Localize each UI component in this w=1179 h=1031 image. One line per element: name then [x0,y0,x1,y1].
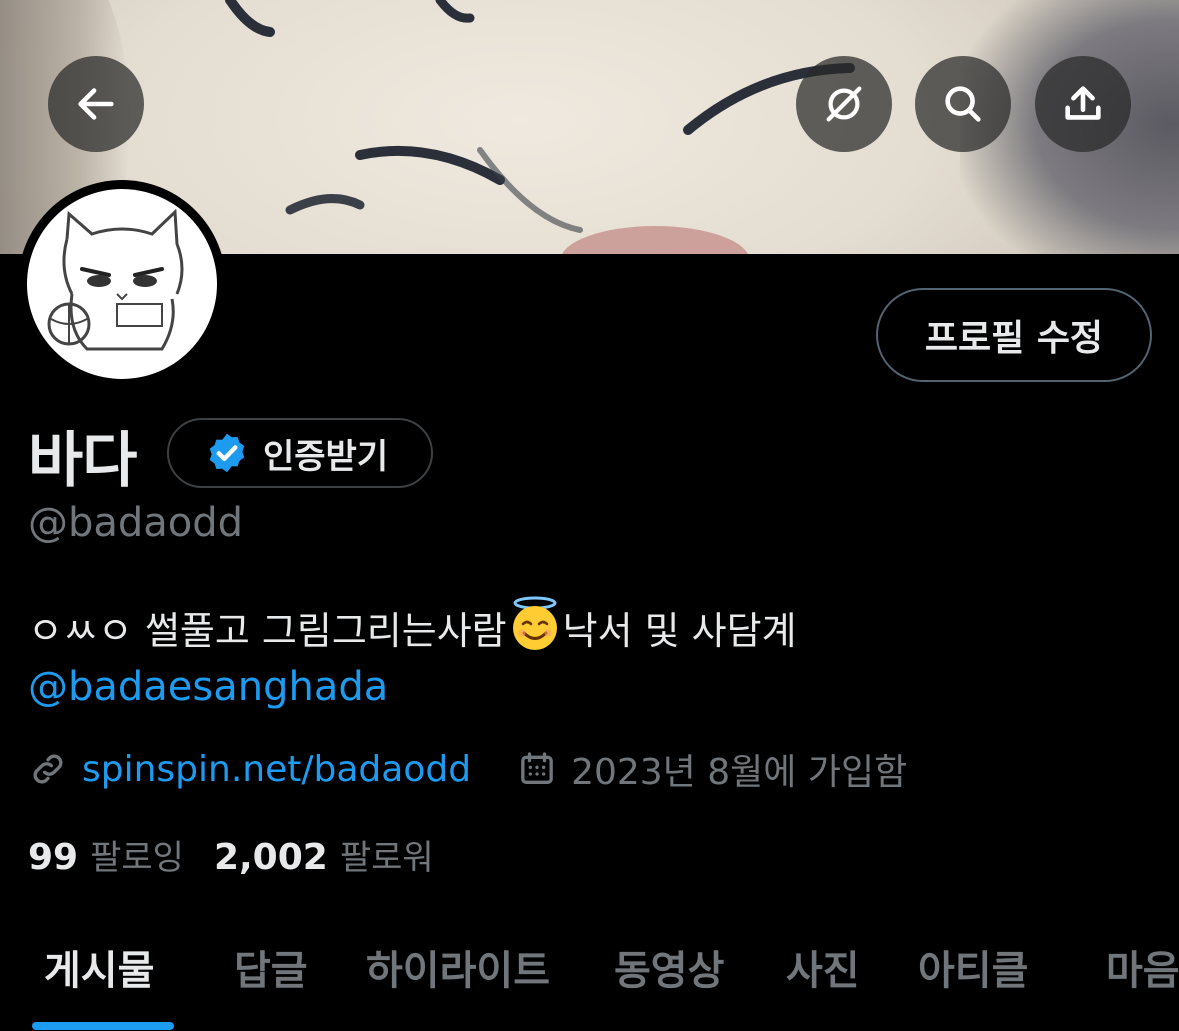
tab-posts[interactable]: 게시물 [44,938,154,996]
tab-highlights[interactable]: 하이라이트 [366,938,550,996]
grok-button[interactable] [796,56,892,152]
avatar-cat-drawing [47,209,184,351]
followers-count[interactable]: 2,002 [214,837,328,878]
profile-page: 프로필 수정 바다 인증받기 @badaodd ㅇㅆㅇ 썰풀고 그림그리는사람 … [0,0,1179,1031]
profile-tabs: 게시물 답글 하이라이트 동영상 사진 아티클 마음 [0,930,1179,1031]
following-count[interactable]: 99 [28,837,78,878]
get-verified-label: 인증받기 [263,436,389,477]
share-button[interactable] [1035,56,1131,152]
back-button[interactable] [48,56,144,152]
calendar-icon [521,752,553,784]
tab-replies[interactable]: 답글 [234,938,308,996]
verified-badge-icon [209,433,245,473]
avatar[interactable] [18,180,226,388]
join-date: 2023년 8월에 가입함 [571,752,908,793]
active-tab-indicator [32,1022,174,1030]
tab-articles[interactable]: 아티클 [918,938,1028,996]
share-icon [1065,86,1101,120]
bio-mention-link[interactable]: @badaesanghada [28,664,388,710]
get-verified-button[interactable]: 인증받기 [167,418,433,488]
link-icon [33,754,63,784]
user-handle: @badaodd [28,500,244,546]
website-link[interactable]: spinspin.net/badaodd [82,749,471,790]
follow-stats: 99 팔로잉 2,002 팔로워 [28,830,464,879]
bio-text: ㅇㅆㅇ 썰풀고 그림그리는사람 [28,609,507,653]
arrow-left-icon [78,88,114,120]
tab-likes[interactable]: 마음 [1106,938,1179,996]
smiling-face-with-halo-icon [509,596,561,652]
edit-profile-button[interactable]: 프로필 수정 [876,288,1152,382]
tab-photos[interactable]: 사진 [786,938,860,996]
search-button[interactable] [915,56,1011,152]
search-icon [945,86,981,122]
following-label[interactable]: 팔로잉 [90,830,184,879]
tab-videos[interactable]: 동영상 [614,938,724,996]
display-name: 바다 [28,426,137,496]
bio: ㅇㅆㅇ 썰풀고 그림그리는사람 낙서 및 사담계 [28,596,797,655]
grok-icon [826,86,862,122]
followers-label[interactable]: 팔로워 [340,830,434,879]
profile-meta: spinspin.net/badaodd 2023년 8월에 가입함 [28,744,907,794]
bio-text-2: 낙서 및 사담계 [562,609,797,653]
